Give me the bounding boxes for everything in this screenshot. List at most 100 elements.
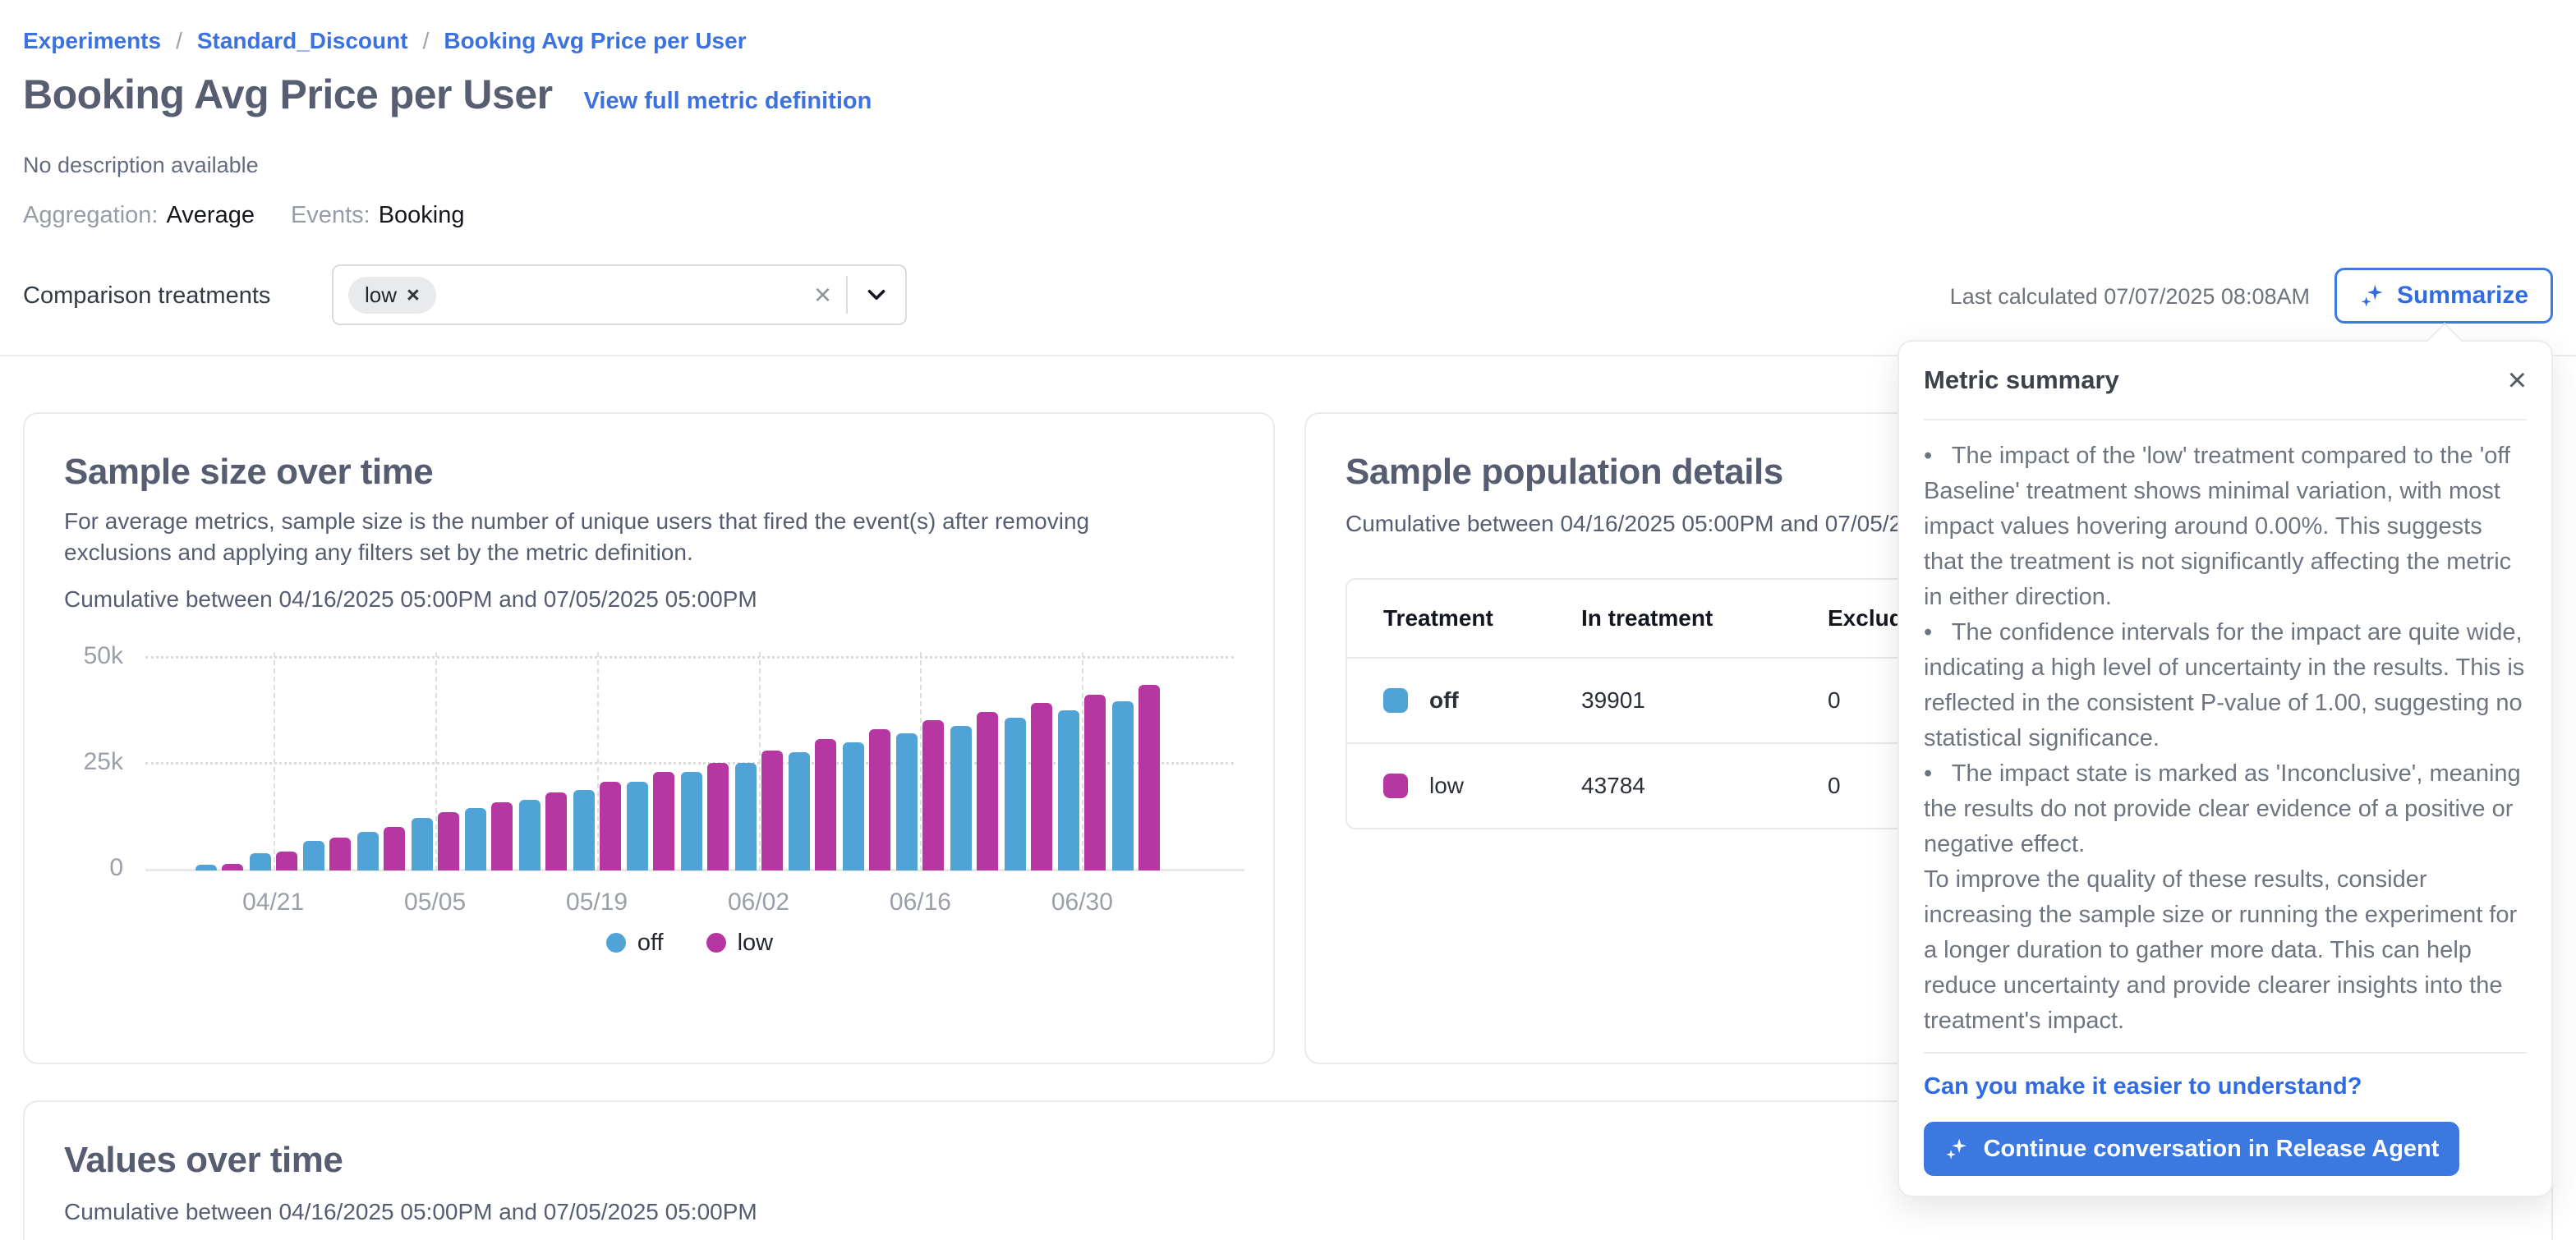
bar-off[interactable] [357, 832, 379, 870]
events-field: Events:Booking [291, 202, 465, 229]
bar-off[interactable] [896, 733, 918, 870]
bar-off[interactable] [250, 853, 271, 870]
summary-bullet: • The impact state is marked as 'Inconcl… [1924, 756, 2527, 862]
bar-pair [357, 827, 405, 870]
bar-low[interactable] [491, 802, 513, 870]
popover-body: • The impact of the 'low' treatment comp… [1924, 420, 2527, 1052]
treatment-tag: low × [348, 277, 436, 314]
bar-off[interactable] [465, 808, 486, 870]
breadcrumb-item[interactable]: Standard_Discount [197, 28, 408, 54]
bar-low[interactable] [761, 751, 783, 870]
popover-header: Metric summary × [1924, 342, 2527, 419]
bar-low[interactable] [545, 792, 567, 870]
bar-low[interactable] [222, 864, 243, 870]
aggregation-value: Average [166, 202, 255, 228]
y-tick-label: 25k [64, 748, 123, 776]
bar-off[interactable] [1058, 710, 1079, 870]
legend-item[interactable]: off [606, 930, 664, 957]
close-icon[interactable]: × [2508, 364, 2527, 397]
events-value: Booking [379, 202, 465, 228]
bar-off[interactable] [789, 752, 810, 870]
bar-pair [412, 812, 459, 870]
bar-off[interactable] [1112, 701, 1134, 870]
in-treatment-cell: 43784 [1581, 773, 1828, 799]
bar-low[interactable] [384, 827, 405, 870]
chevron-down-icon[interactable] [862, 281, 890, 309]
summary-bullets: • The impact of the 'low' treatment comp… [1924, 439, 2527, 862]
metric-detail-page: Experiments/Standard_Discount/Booking Av… [0, 0, 2576, 1240]
continue-conversation-button[interactable]: Continue conversation in Release Agent [1924, 1122, 2459, 1176]
treatment-color-swatch [1383, 688, 1408, 713]
bar-low[interactable] [276, 852, 297, 870]
treatment-name: low [1429, 773, 1464, 799]
bar-off[interactable] [303, 841, 324, 870]
select-divider [846, 276, 848, 314]
breadcrumb-item[interactable]: Booking Avg Price per User [444, 28, 746, 54]
bar-low[interactable] [1084, 695, 1106, 870]
x-tick-label: 06/30 [1051, 889, 1113, 916]
selected-tags: low × [348, 277, 436, 314]
comparison-treatments-label: Comparison treatments [23, 282, 270, 310]
bar-pair [519, 792, 567, 870]
table-header-cell: Treatment [1347, 605, 1581, 631]
bar-off[interactable] [735, 763, 757, 870]
page-title: Booking Avg Price per User [23, 71, 553, 118]
bar-off[interactable] [843, 742, 864, 870]
clear-selection-icon[interactable]: × [814, 280, 831, 310]
breadcrumb-item[interactable]: Experiments [23, 28, 161, 54]
view-full-metric-definition-link[interactable]: View full metric definition [584, 88, 872, 115]
aggregation-row: Aggregation:Average Events:Booking [23, 202, 465, 229]
legend-label: off [637, 930, 664, 957]
title-row: Booking Avg Price per User View full met… [23, 71, 872, 118]
bar-low[interactable] [977, 712, 998, 870]
treatment-cell: off [1347, 687, 1581, 714]
vertical-gridline [274, 652, 275, 870]
bar-pair [196, 864, 243, 870]
metric-description: No description available [23, 153, 259, 178]
bar-pair [250, 852, 297, 870]
remove-tag-icon[interactable]: × [407, 282, 420, 308]
y-tick-label: 50k [64, 642, 123, 670]
bar-low[interactable] [707, 763, 729, 870]
sample-size-subtitle: Cumulative between 04/16/2025 05:00PM an… [64, 586, 1234, 613]
bar-off[interactable] [573, 790, 595, 870]
bar-off[interactable] [519, 800, 540, 870]
legend-item[interactable]: low [706, 930, 774, 957]
summarize-label: Summarize [2397, 282, 2528, 310]
bar-pair [1058, 695, 1106, 870]
sample-size-description: For average metrics, sample size is the … [64, 506, 1181, 568]
summarize-button[interactable]: Summarize [2334, 268, 2553, 324]
bar-low[interactable] [438, 812, 459, 870]
bar-low[interactable] [329, 838, 351, 870]
bar-off[interactable] [196, 865, 217, 870]
bar-low[interactable] [869, 729, 890, 870]
summary-paragraph: To improve the quality of these results,… [1924, 862, 2527, 1039]
popover-divider-bottom [1924, 1052, 2527, 1054]
last-calculated-text: Last calculated 07/07/2025 08:08AM [1950, 284, 2310, 310]
bar-low[interactable] [922, 720, 944, 870]
bar-low[interactable] [600, 782, 621, 870]
bar-off[interactable] [681, 772, 702, 870]
followup-question-link[interactable]: Can you make it easier to understand? [1924, 1073, 2527, 1100]
bar-low[interactable] [1138, 685, 1160, 870]
treatment-name: off [1429, 687, 1459, 714]
bar-off[interactable] [1005, 718, 1026, 870]
treatment-tag-label: low [365, 282, 397, 308]
y-tick-label: 0 [64, 854, 123, 882]
bar-off[interactable] [412, 818, 433, 870]
bar-off[interactable] [950, 726, 972, 870]
legend-dot-low [706, 933, 726, 953]
x-tick-label: 05/19 [566, 889, 628, 916]
bar-low[interactable] [1031, 703, 1052, 870]
bar-pair [896, 720, 944, 870]
bar-off[interactable] [627, 782, 648, 870]
summary-bullet: • The impact of the 'low' treatment comp… [1924, 439, 2527, 615]
horizontal-gridline [145, 656, 1234, 659]
treatment-cell: low [1347, 773, 1581, 799]
bar-low[interactable] [653, 772, 674, 870]
bar-low[interactable] [815, 739, 836, 870]
bar-pair [735, 751, 783, 870]
comparison-treatments-select[interactable]: low × × [332, 264, 907, 325]
x-tick-label: 06/16 [890, 889, 951, 916]
legend-dot-off [606, 933, 626, 953]
